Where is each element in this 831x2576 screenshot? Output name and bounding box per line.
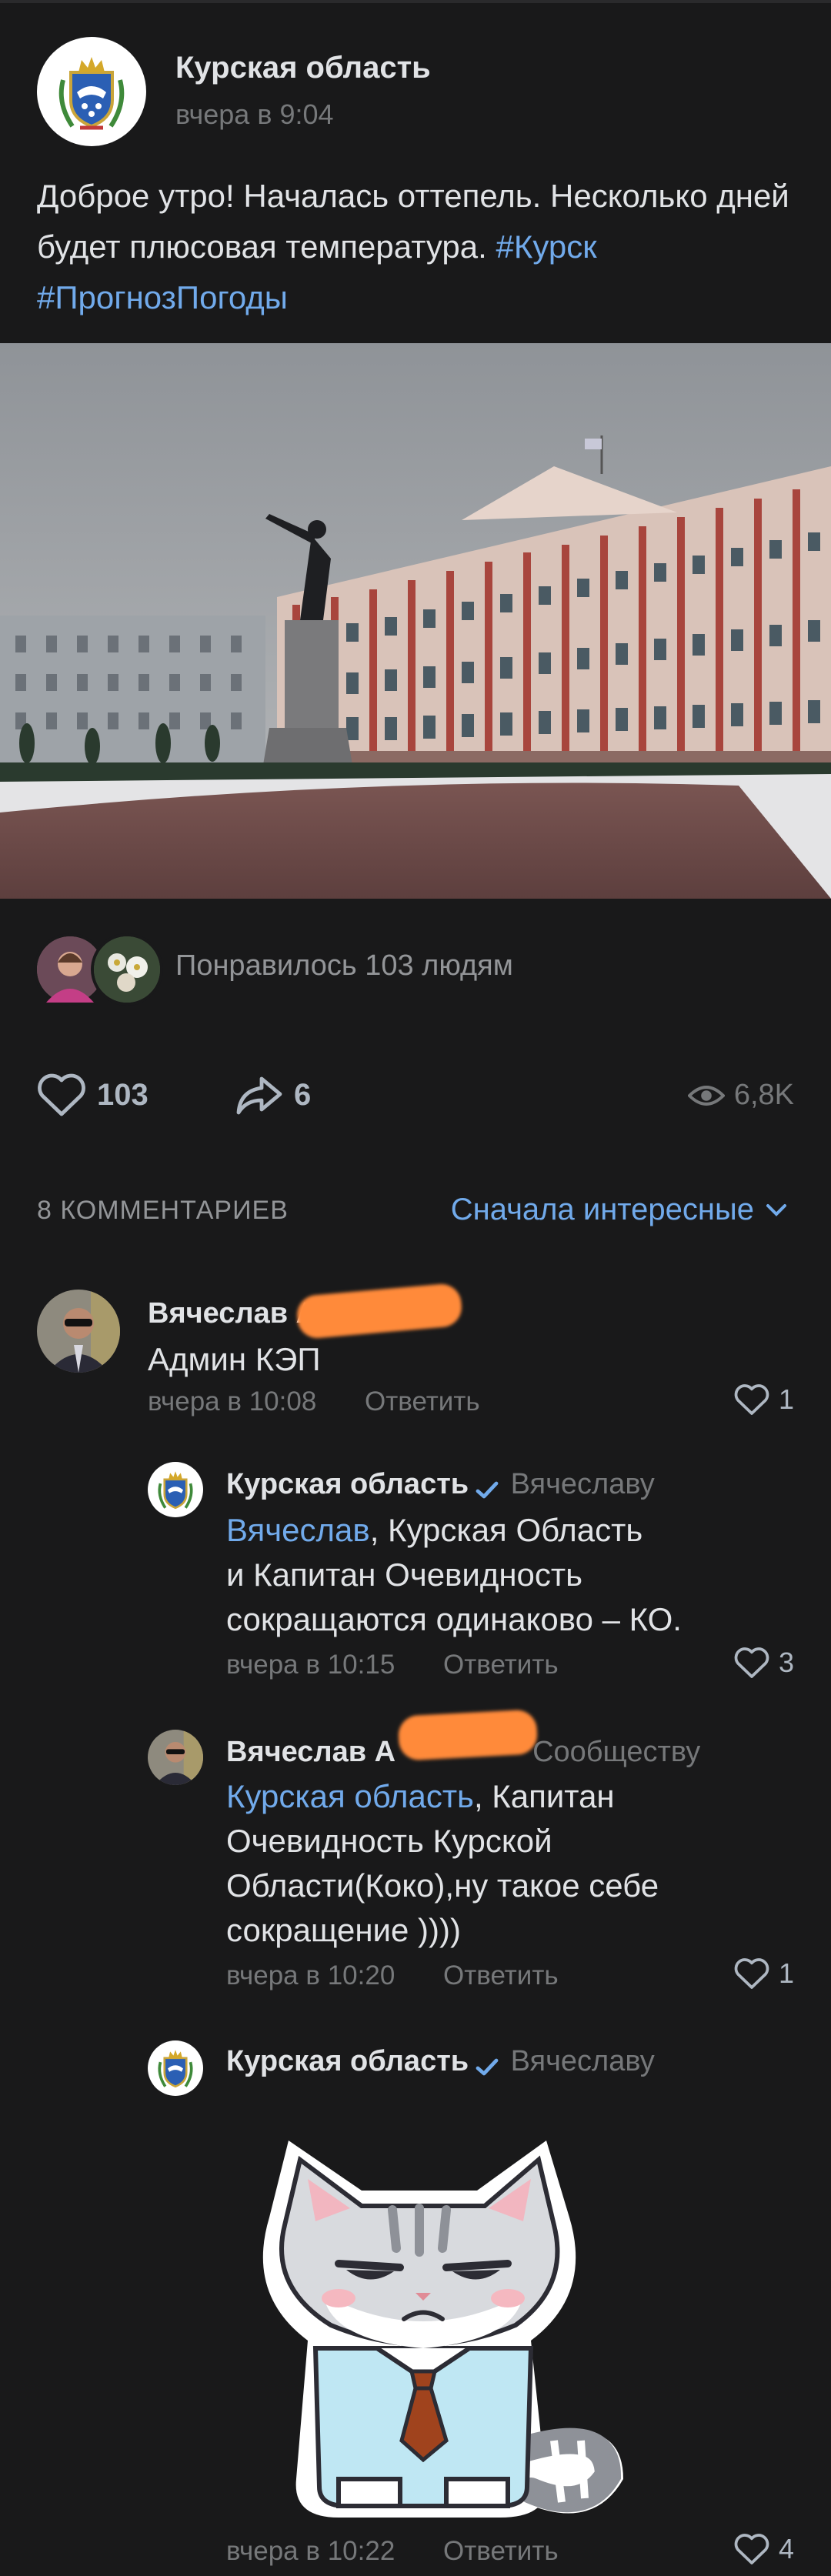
commenter-avatar[interactable] (148, 1730, 203, 1785)
censor-blob (295, 1282, 464, 1340)
community-avatar[interactable] (148, 1462, 203, 1517)
comment-author[interactable]: Вячеслав А (226, 1736, 395, 1768)
post-time[interactable]: вчера в 9:04 (175, 98, 334, 131)
comment-text-line: и Капитан Очевидность (226, 1557, 583, 1593)
share-button[interactable]: 6 (234, 1073, 311, 1117)
comment-text: Курская область, Капитан Очевидность Курс… (226, 1774, 796, 1953)
cat-sticker[interactable] (223, 2117, 639, 2533)
chevron-down-icon (766, 1203, 786, 1216)
comment-text-line: , Курская Область (369, 1512, 643, 1548)
comment-header: Вячеслав А Сообществу (226, 1736, 700, 1769)
reply-button[interactable]: Ответить (365, 1386, 480, 1417)
comment-text: Вячеслав, Курская Область и Капитан Очеви… (226, 1508, 796, 1642)
reply-to[interactable]: Сообществу (532, 1736, 700, 1768)
comment-like-count: 1 (778, 1383, 794, 1415)
comment-header: Курская область Вячеславу (226, 2045, 655, 2081)
like-count: 103 (97, 1077, 149, 1112)
comment-author[interactable]: Курская область (226, 2045, 469, 2077)
eye-icon (687, 1085, 725, 1106)
comment-author[interactable]: Курская область (226, 1468, 469, 1500)
share-arrow-icon (236, 1076, 282, 1115)
comment-text-line: Области(Коко),ну такое себе (226, 1867, 659, 1904)
comment-text-line: сокращение )))) (226, 1912, 461, 1948)
comment-text: Админ КЭП (148, 1341, 321, 1377)
heart-icon (734, 1647, 769, 1678)
sort-dropdown[interactable]: Сначала интересные (451, 1193, 788, 1227)
comment-header: Курская область Вячеславу (226, 1468, 655, 1504)
comment-like-button[interactable]: 4 (734, 2533, 794, 2565)
post-text-body: Доброе утро! Началась оттепель. Нескольк… (37, 178, 789, 265)
liker-avatar[interactable] (91, 933, 163, 1006)
views-count: 6,8K (733, 1079, 794, 1111)
coat-of-arms-icon (158, 2050, 193, 2088)
coat-of-arms-icon (58, 57, 125, 130)
verified-checkmark-icon (476, 2058, 499, 2076)
post-text: Доброе утро! Началась оттепель. Нескольк… (37, 171, 799, 323)
post-author[interactable]: Курская область (175, 51, 431, 85)
hashtag-kursk[interactable]: #Курск (496, 229, 597, 265)
comment-text-line: , Капитан (473, 1778, 615, 1814)
reply-button[interactable]: Ответить (443, 2536, 559, 2567)
comment-time: вчера в 10:08 (148, 1386, 317, 1416)
community-avatar[interactable] (148, 2040, 203, 2096)
like-button[interactable]: 103 (37, 1073, 149, 1117)
reply-to[interactable]: Вячеславу (511, 1468, 655, 1500)
reply-to[interactable]: Вячеславу (511, 2045, 655, 2077)
commenter-avatar[interactable] (37, 1290, 120, 1373)
heart-icon (734, 2534, 769, 2564)
heart-icon (734, 1384, 769, 1415)
mention-link[interactable]: Вячеслав (226, 1512, 370, 1548)
comment-time: вчера в 10:15 (226, 1650, 395, 1680)
share-count: 6 (294, 1077, 312, 1112)
hashtag-weather[interactable]: #ПрогнозПогоды (37, 279, 288, 315)
heart-icon (734, 1958, 769, 1989)
views-counter: 6,8K (687, 1079, 794, 1112)
post-photo[interactable] (0, 343, 831, 899)
comment-like-count: 1 (778, 1957, 794, 1989)
heart-icon (38, 1073, 85, 1116)
reply-button[interactable]: Ответить (443, 1960, 559, 1991)
comment-text-line: Очевидность Курской (226, 1823, 552, 1859)
comment-time: вчера в 10:20 (226, 1960, 395, 1990)
comment-like-button[interactable]: 1 (734, 1383, 794, 1416)
community-avatar[interactable] (37, 37, 146, 146)
comment-time: вчера в 10:22 (226, 2536, 395, 2566)
coat-of-arms-icon (158, 1471, 193, 1510)
comment-like-button[interactable]: 3 (734, 1647, 794, 1679)
top-divider (0, 0, 831, 3)
reply-button[interactable]: Ответить (443, 1650, 559, 1680)
comment-like-count: 4 (778, 2533, 794, 2564)
mention-link[interactable]: Курская область (226, 1778, 474, 1814)
liked-by-text[interactable]: Понравилось 103 людям (175, 949, 513, 983)
comment-like-count: 3 (778, 1647, 794, 1678)
verified-checkmark-icon (476, 1481, 499, 1499)
comment-author[interactable]: Вячеслав А (148, 1297, 317, 1330)
comments-count: 8 КОММЕНТАРИЕВ (37, 1196, 289, 1225)
comment-like-button[interactable]: 1 (734, 1957, 794, 1990)
comment-text-line: сокращаются одинаково – КО. (226, 1601, 682, 1637)
sort-label: Сначала интересные (450, 1193, 754, 1226)
